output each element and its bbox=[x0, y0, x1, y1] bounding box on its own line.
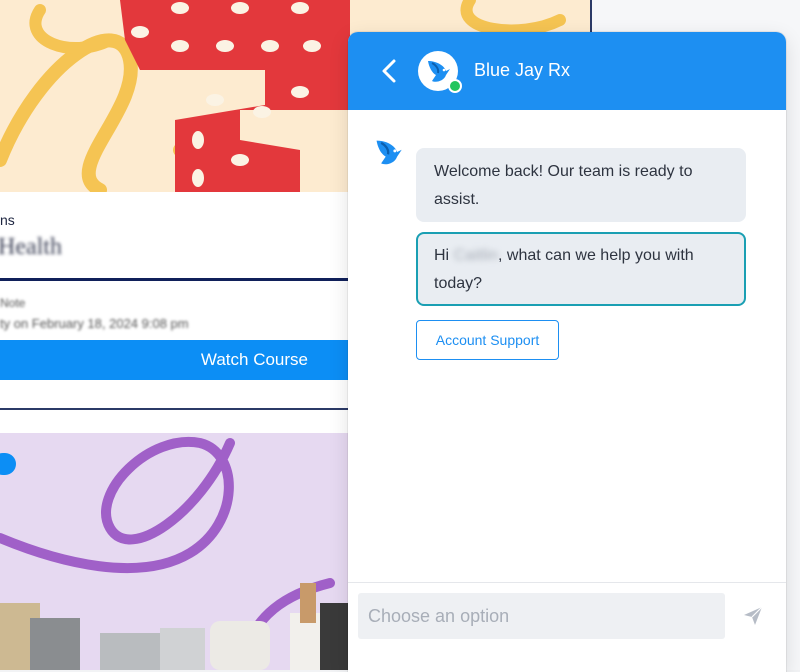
course-category: ns bbox=[0, 212, 15, 228]
send-button[interactable] bbox=[742, 605, 764, 627]
message-text-prefix: Hi bbox=[434, 247, 454, 264]
bot-message-welcome: Welcome back! Our team is ready to assis… bbox=[416, 148, 746, 222]
blue-jay-logo-icon bbox=[428, 61, 450, 82]
watch-course-button[interactable]: Watch Course bbox=[0, 340, 348, 380]
online-status-dot bbox=[448, 79, 462, 93]
chat-header: Blue Jay Rx bbox=[348, 32, 786, 110]
chat-message-input[interactable] bbox=[358, 593, 725, 639]
account-support-option-button[interactable]: Account Support bbox=[416, 320, 559, 360]
chat-widget: Blue Jay Rx Welcome back! Our team is re… bbox=[348, 32, 786, 672]
course-activity-date: ty on February 18, 2024 9:08 pm bbox=[0, 316, 189, 331]
bot-avatar bbox=[372, 136, 404, 168]
blue-jay-logo-icon bbox=[376, 140, 402, 165]
bot-message-help: Hi Caitlin, what can we help you with to… bbox=[416, 232, 746, 306]
card-divider bbox=[0, 408, 348, 410]
course-title-rule bbox=[0, 278, 348, 281]
user-name-redacted: Caitlin bbox=[453, 247, 499, 264]
back-button[interactable] bbox=[378, 58, 402, 84]
course-title: Health bbox=[0, 234, 62, 260]
paper-plane-icon bbox=[744, 606, 763, 625]
course-author: Note bbox=[0, 296, 26, 310]
chat-title: Blue Jay Rx bbox=[474, 60, 571, 80]
message-text: Welcome back! Our team is ready to assis… bbox=[434, 163, 693, 208]
chat-footer bbox=[348, 582, 786, 672]
chevron-left-icon bbox=[382, 59, 396, 83]
